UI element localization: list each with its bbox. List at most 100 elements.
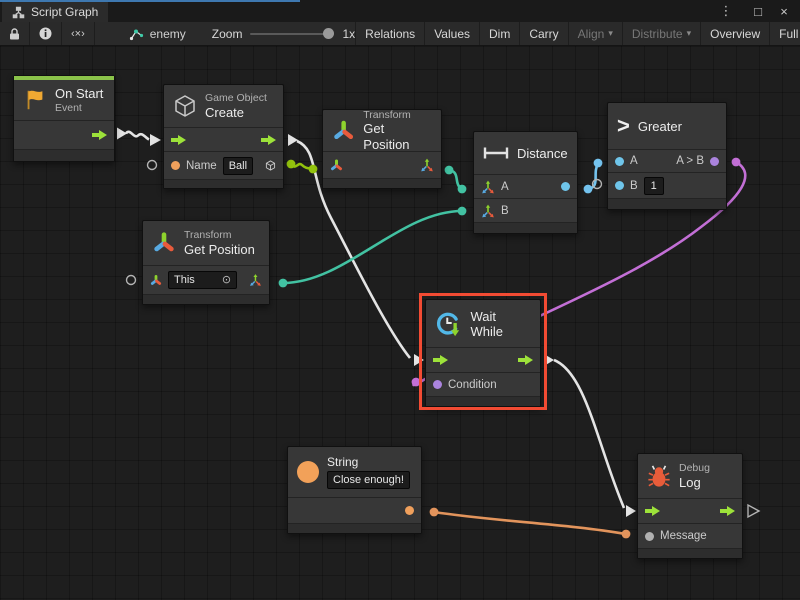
node-footer (143, 294, 269, 304)
node-category: Transform (184, 229, 255, 242)
align-dropdown-button[interactable]: Align ▾ (569, 22, 623, 45)
node-get-position-enemy[interactable]: Transform Get Position (322, 109, 442, 189)
float-input-port[interactable] (615, 157, 624, 166)
transform-input-port[interactable] (150, 274, 162, 287)
string-value-field[interactable]: Close enough! (327, 471, 410, 489)
flow-output-port[interactable] (261, 135, 276, 145)
float-input-port[interactable] (615, 181, 624, 190)
message-input-port[interactable] (645, 532, 654, 541)
wait-clock-icon (435, 310, 462, 338)
relations-toggle-button[interactable]: Relations (355, 22, 425, 45)
flow-input-port[interactable] (171, 135, 186, 145)
node-category: Debug (679, 462, 710, 475)
flow-output-port[interactable] (92, 130, 107, 140)
info-icon (39, 27, 52, 40)
game-object-output-port[interactable] (265, 159, 276, 172)
node-header: Transform Get Position (143, 221, 269, 265)
bool-input-port[interactable] (433, 380, 442, 389)
tab-title: Script Graph (31, 5, 98, 19)
flow-port-row (638, 498, 742, 523)
flow-output-port[interactable] (720, 506, 735, 516)
port-row (323, 151, 441, 178)
port-label: Name (186, 160, 217, 172)
node-get-position-self[interactable]: Transform Get Position This ⊙ (142, 220, 270, 305)
string-output-port[interactable] (405, 506, 414, 515)
graph-context-button[interactable]: enemy (129, 22, 186, 45)
info-button[interactable] (30, 22, 62, 45)
node-greater[interactable]: > Greater A A > B B 1 (607, 102, 727, 210)
node-footer (474, 222, 577, 233)
b-value-field[interactable]: 1 (644, 177, 664, 195)
node-footer (164, 179, 283, 188)
carry-toggle-button[interactable]: Carry (520, 22, 568, 45)
node-title: Log (679, 475, 710, 491)
flow-port-row (14, 120, 114, 149)
string-input-port[interactable] (171, 161, 180, 170)
object-picker-icon[interactable]: ⊙ (222, 273, 231, 287)
bool-output-port[interactable] (710, 157, 719, 166)
node-header: Distance (474, 132, 577, 174)
window-menu-button[interactable]: ⋮ (714, 0, 738, 22)
message-port-row: Message (638, 523, 742, 548)
greater-icon: > (617, 115, 630, 137)
flow-output-port[interactable] (518, 355, 533, 365)
kebab-icon[interactable]: ⋮ (714, 3, 738, 19)
node-on-start[interactable]: On Start Event (13, 75, 115, 162)
node-category: Game Object (205, 92, 267, 105)
port-row: This ⊙ (143, 265, 269, 294)
graph-icon (12, 6, 25, 19)
vector3-output-port[interactable] (249, 273, 262, 287)
graph-context-icon (129, 27, 144, 41)
chevron-down-icon: ▾ (687, 28, 692, 39)
lock-icon (9, 28, 20, 40)
port-label: B (501, 205, 509, 217)
node-header: Debug Log (638, 454, 742, 498)
node-string[interactable]: String Close enough! (287, 446, 422, 534)
node-title: Get Position (363, 121, 432, 152)
full-screen-button[interactable]: Full Screen (770, 22, 800, 45)
port-label: Message (660, 530, 707, 542)
tab-bar (0, 0, 800, 22)
close-icon[interactable]: × (772, 4, 796, 19)
lock-button[interactable] (0, 22, 30, 45)
dim-toggle-button[interactable]: Dim (480, 22, 520, 45)
input-a-row: A (474, 174, 577, 198)
node-header: Wait While (426, 300, 540, 347)
tab-script-graph[interactable]: Script Graph (2, 2, 108, 22)
zoom-slider[interactable] (250, 33, 334, 35)
condition-port-row: Condition (426, 372, 540, 396)
node-wait-while[interactable]: Wait While Condition (425, 299, 541, 407)
zoom-slider-handle[interactable] (323, 28, 334, 39)
node-debug-log[interactable]: Debug Log Message (637, 453, 743, 559)
flow-input-port[interactable] (645, 506, 660, 516)
node-footer (323, 178, 441, 188)
node-footer (14, 149, 114, 161)
input-a-row: A A > B (608, 149, 726, 172)
distribute-dropdown-button[interactable]: Distribute ▾ (623, 22, 701, 45)
name-value-field[interactable]: Ball (223, 157, 253, 175)
window-maximize-button[interactable]: □ (746, 0, 770, 22)
vector3-output-port[interactable] (420, 158, 434, 172)
code-icon: ‹×› (71, 28, 85, 40)
node-subtitle: Event (55, 102, 103, 115)
overview-button[interactable]: Overview (701, 22, 770, 45)
align-label: Align (578, 27, 605, 41)
float-output-port[interactable] (561, 182, 570, 191)
relations-label: Relations (365, 27, 415, 41)
node-title: Greater (638, 119, 682, 134)
code-view-button[interactable]: ‹×› (62, 22, 95, 45)
values-toggle-button[interactable]: Values (425, 22, 480, 45)
vector3-input-port[interactable] (481, 180, 495, 194)
target-value-field[interactable]: This ⊙ (168, 271, 237, 289)
input-b-row: B (474, 198, 577, 222)
maximize-icon[interactable]: □ (746, 4, 770, 19)
node-footer (288, 523, 421, 533)
dim-label: Dim (489, 27, 510, 41)
graph-toolbar: ‹×› enemy Zoom 1x Relations Values Dim C… (0, 22, 800, 46)
vector3-input-port[interactable] (481, 204, 495, 218)
window-close-button[interactable]: × (772, 0, 796, 22)
transform-input-port[interactable] (330, 159, 343, 172)
node-create[interactable]: Game Object Create Name Ball (163, 84, 284, 189)
node-distance[interactable]: Distance A B (473, 131, 578, 234)
flow-input-port[interactable] (433, 355, 448, 365)
